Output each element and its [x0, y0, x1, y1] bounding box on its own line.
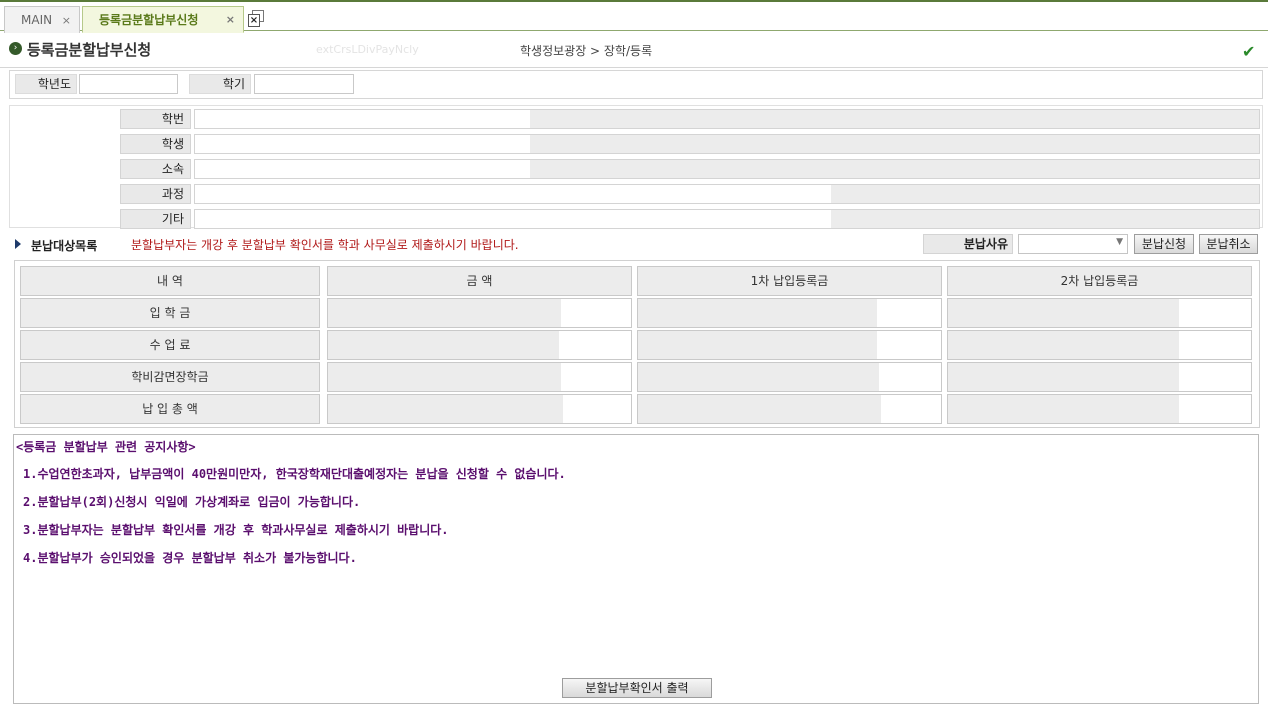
- tuition-second: [947, 330, 1252, 360]
- row-label-tuition: 수 업 료: [20, 330, 320, 360]
- student-id-label: 학번: [120, 109, 191, 129]
- year-input[interactable]: [79, 74, 178, 94]
- year-label: 학년도: [15, 74, 77, 94]
- tuition-first: [637, 330, 942, 360]
- installment-section-bar: 분납대상목록 분할납부자는 개강 후 분할납부 확인서를 학과 사무실로 제출하…: [9, 233, 1263, 257]
- notice-title: <등록금 분할납부 관련 공지사항>: [16, 440, 196, 454]
- triangle-bullet-icon: [15, 239, 21, 249]
- header-item: 내 역: [20, 266, 320, 296]
- section-notice: 분할납부자는 개강 후 분할납부 확인서를 학과 사무실로 제출하시기 바랍니다…: [131, 238, 519, 252]
- notice-line-1: 1.수업연한초과자, 납부금액이 40만원미만자, 한국장학재단대출예정자는 분…: [23, 467, 566, 481]
- notice-line-4: 4.분할납부가 승인되었을 경우 분할납부 취소가 불가능합니다.: [23, 551, 357, 565]
- row-label-admission-fee: 입 학 금: [20, 298, 320, 328]
- admission-fee-second: [947, 298, 1252, 328]
- etc-label: 기타: [120, 209, 191, 229]
- student-name-label: 학생: [120, 134, 191, 154]
- department-field[interactable]: [194, 159, 1260, 179]
- total-second: [947, 394, 1252, 424]
- tuition-table: 내 역 금 액 1차 납입등록금 2차 납입등록금 입 학 금 수 업 료 학비…: [14, 260, 1260, 428]
- admission-fee-first: [637, 298, 942, 328]
- student-info-panel: 학번 학생 소속 과정 기타: [9, 105, 1263, 229]
- scholarship-second: [947, 362, 1252, 392]
- tab-bar: MAIN × 등록금분할납부신청 × ×: [0, 0, 1268, 33]
- faint-program-id: extCrsLDivPayNcly: [316, 43, 419, 56]
- total-first: [637, 394, 942, 424]
- chevron-down-icon[interactable]: ▼: [1116, 237, 1123, 247]
- row-label-scholarship: 학비감면장학금: [20, 362, 320, 392]
- check-icon[interactable]: ✔: [1242, 42, 1255, 61]
- tab-installment-close-icon[interactable]: ×: [226, 13, 235, 26]
- department-label: 소속: [120, 159, 191, 179]
- header-first-payment: 1차 납입등록금: [637, 266, 942, 296]
- header-second-payment: 2차 납입등록금: [947, 266, 1252, 296]
- cancel-installment-button[interactable]: 분납취소: [1199, 234, 1258, 254]
- header-amount: 금 액: [327, 266, 632, 296]
- circle-arrow-icon: ›: [9, 42, 22, 55]
- apply-installment-button[interactable]: 분납신청: [1134, 234, 1194, 254]
- notice-panel: <등록금 분할납부 관련 공지사항> 1.수업연한초과자, 납부금액이 40만원…: [13, 434, 1259, 704]
- print-confirmation-button[interactable]: 분할납부확인서 출력: [562, 678, 712, 698]
- close-all-tabs-icon[interactable]: ×: [248, 10, 264, 28]
- tab-main[interactable]: MAIN ×: [4, 6, 80, 33]
- student-id-field[interactable]: [194, 109, 1260, 129]
- tab-main-close-icon[interactable]: ×: [62, 14, 71, 27]
- total-amount: [327, 394, 632, 424]
- search-bar: 학년도 학기: [9, 70, 1263, 99]
- tab-main-label: MAIN: [21, 13, 53, 27]
- scholarship-amount: [327, 362, 632, 392]
- breadcrumb: 학생정보광장 > 장학/등록: [520, 44, 653, 58]
- page-title: 등록금분할납부신청: [27, 41, 152, 59]
- section-title: 분납대상목록: [31, 239, 98, 253]
- student-name-field[interactable]: [194, 134, 1260, 154]
- notice-line-2: 2.분할납부(2회)신청시 익일에 가상계좌로 입금이 가능합니다.: [23, 495, 361, 509]
- term-input[interactable]: [254, 74, 354, 94]
- course-field[interactable]: [194, 184, 1260, 204]
- row-label-total: 납 입 총 액: [20, 394, 320, 424]
- notice-line-3: 3.분할납부자는 분할납부 확인서를 개강 후 학과사무실로 제출하시기 바랍니…: [23, 523, 449, 537]
- tuition-amount: [327, 330, 632, 360]
- tab-installment-request[interactable]: 등록금분할납부신청 ×: [82, 6, 244, 33]
- page-header: › 등록금분할납부신청 extCrsLDivPayNcly 학생정보광장 > 장…: [0, 34, 1268, 68]
- term-label: 학기: [189, 74, 251, 94]
- admission-fee-amount: [327, 298, 632, 328]
- reason-label: 분납사유: [923, 234, 1013, 254]
- etc-field[interactable]: [194, 209, 1260, 229]
- tab-installment-label: 등록금분할납부신청: [99, 13, 199, 27]
- reason-select[interactable]: ▼: [1018, 234, 1128, 254]
- scholarship-first: [637, 362, 942, 392]
- course-label: 과정: [120, 184, 191, 204]
